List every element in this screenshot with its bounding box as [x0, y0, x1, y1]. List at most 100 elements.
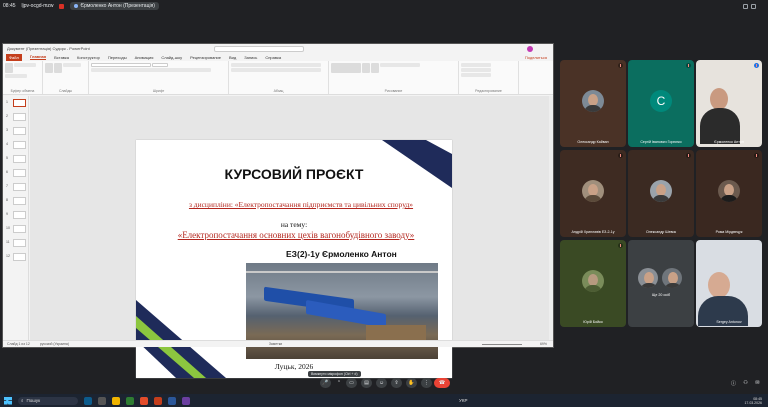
windows-start-icon[interactable] — [4, 396, 12, 405]
close-icon[interactable] — [751, 3, 756, 9]
participant-tile-1[interactable]: С Сергій Іванович Горюнко — [628, 60, 694, 147]
slide-thumb-11[interactable] — [13, 239, 26, 247]
chrome-icon[interactable] — [140, 396, 148, 405]
file-explorer-icon[interactable] — [112, 396, 120, 405]
minimize-icon[interactable] — [743, 3, 748, 9]
new-slide-button[interactable] — [45, 63, 53, 73]
menu-help[interactable]: Справка — [265, 55, 281, 60]
participant-tile-8[interactable]: Sergey Antonov — [696, 240, 762, 327]
participant-tile-5[interactable]: Рома Мірдвецук — [696, 150, 762, 237]
replace-button[interactable] — [461, 68, 491, 72]
slide-thumb-12[interactable] — [13, 253, 26, 261]
slide-thumb-8[interactable] — [13, 197, 26, 205]
menu-record[interactable]: Запись — [244, 55, 257, 60]
raise-hand-button[interactable]: ✋ — [406, 378, 417, 388]
shape-fill-button[interactable] — [380, 63, 420, 67]
keyboard-language[interactable]: УКР — [459, 398, 467, 403]
slide-thumb-5[interactable] — [13, 155, 26, 163]
menu-slideshow[interactable]: Слайд-шоу — [161, 55, 182, 60]
group-label: Рисование — [384, 89, 403, 93]
word-icon[interactable] — [168, 396, 176, 405]
participant-tile-0[interactable]: Олександр Кайван — [560, 60, 626, 147]
copy-button[interactable] — [5, 74, 27, 78]
meeting-code[interactable]: ljpv-ocgd-mzw — [22, 3, 54, 9]
slide-topic: «Електропостачання основних цехів вагоно… — [177, 230, 415, 240]
zoom-level[interactable]: 69% — [540, 342, 547, 346]
viber-icon[interactable] — [182, 396, 190, 405]
excel-icon[interactable] — [126, 396, 134, 405]
info-icon[interactable]: ⓘ — [728, 378, 739, 388]
align-buttons[interactable] — [231, 68, 321, 72]
slide-thumb-4[interactable] — [13, 141, 26, 149]
paste-button[interactable] — [5, 63, 13, 73]
font-name-select[interactable] — [91, 63, 151, 67]
participant-tile-4[interactable]: Олександр Шевок — [628, 150, 694, 237]
slide-number: 11 — [6, 240, 10, 244]
slide-thumb-3[interactable] — [13, 127, 26, 135]
canvas-scrollbar[interactable] — [549, 96, 553, 340]
status-language[interactable]: русский (Украина) — [40, 342, 69, 346]
group-label: Буфер обмена — [10, 89, 35, 93]
taskbar-app-icon[interactable] — [84, 396, 92, 405]
sharing-chip[interactable]: Єрмоленко Антон (Презентація) — [70, 2, 159, 10]
font-size-select[interactable] — [152, 63, 168, 67]
menu-view[interactable]: Вид — [229, 55, 236, 60]
taskview-icon[interactable] — [98, 396, 106, 405]
present-button[interactable]: ⇪ — [391, 378, 402, 388]
present-icon — [74, 4, 79, 8]
find-button[interactable] — [461, 63, 491, 67]
layout-button[interactable] — [63, 63, 81, 67]
participant-name: Юрій Бойко — [583, 320, 603, 324]
ribbon-drawing: Рисование — [329, 61, 459, 94]
reuse-slides-button[interactable] — [54, 63, 62, 73]
participant-name: Сергій Іванович Горюнко — [640, 140, 682, 144]
slide-thumb-7[interactable] — [13, 183, 26, 191]
chat-icon[interactable]: ✉ — [752, 378, 763, 388]
slide-thumb-2[interactable] — [13, 113, 26, 121]
ppt-user-avatar[interactable] — [527, 45, 533, 52]
slide-thumb-1[interactable] — [13, 99, 26, 107]
mic-off-icon — [686, 153, 691, 158]
participant-tile-3[interactable]: Андрій Хрипливів ЕЗ-2-1у — [560, 150, 626, 237]
menu-home[interactable]: Главная — [29, 54, 47, 60]
share-button[interactable]: Поделиться — [525, 55, 547, 60]
more-options-icon[interactable]: ⋮ — [421, 378, 432, 388]
ppt-menu-bar: Файл Главная Вставка Конструктор Переход… — [3, 53, 553, 61]
captions-button[interactable]: ▤ — [361, 378, 372, 388]
camera-button[interactable]: ▭ — [346, 378, 357, 388]
slide-thumb-6[interactable] — [13, 169, 26, 177]
powerpoint-icon[interactable] — [154, 396, 162, 405]
people-icon[interactable]: ⚇ — [740, 378, 751, 388]
select-button[interactable] — [461, 73, 491, 77]
menu-review[interactable]: Рецензирование — [190, 55, 221, 60]
mic-options-chevron-icon[interactable]: ⌃ — [335, 378, 343, 388]
system-clock[interactable]: 08:45 17.03.2026 — [744, 397, 762, 405]
mic-button[interactable]: 🎤 — [320, 378, 331, 388]
list-buttons[interactable] — [231, 63, 321, 67]
ppt-search-box[interactable] — [213, 45, 304, 52]
slide-thumb-10[interactable] — [13, 225, 26, 233]
font-format-buttons[interactable] — [91, 68, 211, 72]
slide-number: 2 — [6, 114, 8, 118]
menu-transitions[interactable]: Переходы — [108, 55, 127, 60]
participant-tile-2[interactable]: Єрмоленко Антон — [696, 60, 762, 147]
end-call-button[interactable]: ☎ — [434, 378, 450, 388]
slide-number: 6 — [6, 170, 8, 174]
arrange-button[interactable] — [362, 63, 370, 73]
menu-animation[interactable]: Анимация — [135, 55, 154, 60]
slide-thumb-9[interactable] — [13, 211, 26, 219]
menu-file[interactable]: Файл — [6, 53, 22, 61]
participant-tile-6[interactable]: Юрій Бойко — [560, 240, 626, 327]
quick-styles-button[interactable] — [371, 63, 379, 73]
cut-button[interactable] — [14, 63, 36, 67]
emoji-button[interactable]: ☺ — [376, 378, 387, 388]
participant-tile-7[interactable]: Ще 20 осіб — [628, 240, 694, 327]
shapes-gallery[interactable] — [331, 63, 361, 73]
taskbar-search[interactable]: ⌕ Пошук — [18, 396, 78, 405]
menu-insert[interactable]: Вставка — [54, 55, 69, 60]
slide-number: 7 — [6, 184, 8, 188]
zoom-slider[interactable] — [481, 343, 522, 345]
status-notes[interactable]: Заметки — [269, 342, 282, 346]
menu-design[interactable]: Конструктор — [77, 55, 100, 60]
ppt-titlebar: Документ (Презентація) Судорк - PowerPoi… — [3, 44, 553, 53]
